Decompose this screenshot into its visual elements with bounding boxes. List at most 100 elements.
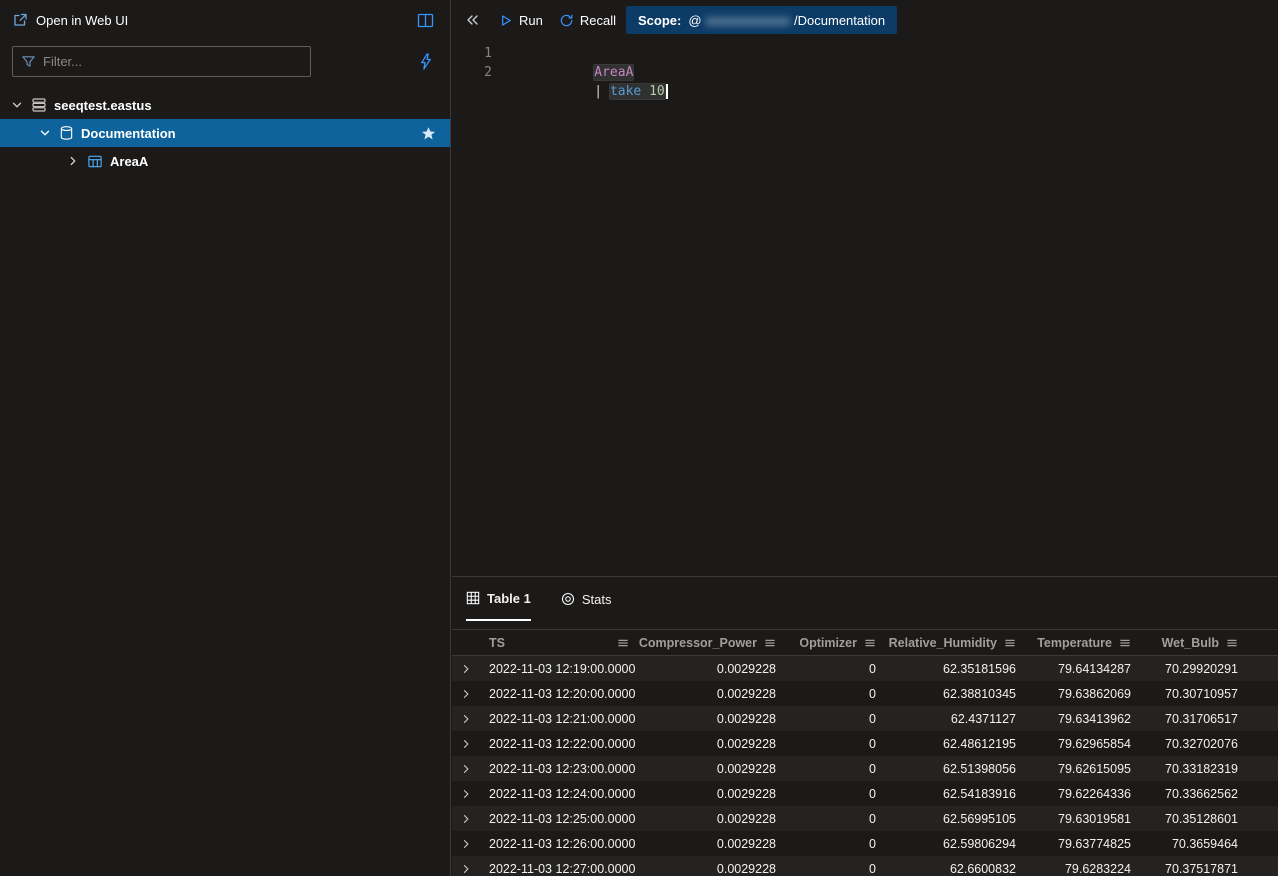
scope-selector[interactable]: Scope: @ xxxxxxxxxxxxx /Documentation <box>626 6 897 34</box>
column-menu-icon[interactable] <box>764 637 776 649</box>
auto-filter-icon[interactable] <box>417 53 434 70</box>
column-header-ts[interactable]: TS <box>479 636 639 650</box>
cell-temperature: 79.62965854 <box>1024 737 1139 751</box>
cell-optimizer: 0 <box>784 762 884 776</box>
cell-optimizer: 0 <box>784 737 884 751</box>
tree-item-table[interactable]: AreaA <box>0 147 450 175</box>
column-menu-icon[interactable] <box>864 637 876 649</box>
chevron-down-icon[interactable] <box>38 126 52 140</box>
token-number: 10 <box>649 84 665 99</box>
table-row[interactable]: 2022-11-03 12:26:00.0000 0.0029228 0 62.… <box>452 831 1278 856</box>
run-button[interactable]: Run <box>498 13 543 28</box>
sidebar-header: Open in Web UI <box>0 0 450 40</box>
grid-icon <box>466 591 480 605</box>
cell-relative-humidity: 62.56995105 <box>884 812 1024 826</box>
cell-ts: 2022-11-03 12:23:00.0000 <box>479 762 639 776</box>
open-in-web-ui-button[interactable]: Open in Web UI <box>12 12 128 28</box>
cell-wet-bulb: 70.33662562 <box>1139 787 1246 801</box>
database-label: Documentation <box>81 126 176 141</box>
cell-optimizer: 0 <box>784 662 884 676</box>
cell-ts: 2022-11-03 12:21:00.0000 <box>479 712 639 726</box>
table-row[interactable]: 2022-11-03 12:21:00.0000 0.0029228 0 62.… <box>452 706 1278 731</box>
query-editor[interactable]: 1 AreaA 2 | take 10 <box>452 40 1278 576</box>
tab-stats-label: Stats <box>582 592 612 607</box>
column-label: TS <box>489 636 505 650</box>
row-expand-chevron[interactable] <box>452 838 479 850</box>
recall-icon <box>559 13 574 28</box>
token-pipe: | <box>594 84 610 99</box>
scope-at: @ <box>688 13 701 28</box>
row-expand-chevron[interactable] <box>452 813 479 825</box>
cell-optimizer: 0 <box>784 812 884 826</box>
row-expand-chevron[interactable] <box>452 763 479 775</box>
row-expand-chevron[interactable] <box>452 663 479 675</box>
cell-ts: 2022-11-03 12:24:00.0000 <box>479 787 639 801</box>
cell-wet-bulb: 70.31706517 <box>1139 712 1246 726</box>
filter-input-box[interactable] <box>12 46 311 77</box>
cell-wet-bulb: 70.35128601 <box>1139 812 1246 826</box>
cell-relative-humidity: 62.48612195 <box>884 737 1024 751</box>
column-menu-icon[interactable] <box>617 637 629 649</box>
cell-temperature: 79.63019581 <box>1024 812 1139 826</box>
column-menu-icon[interactable] <box>1119 637 1131 649</box>
table-body: 2022-11-03 12:19:00.0000 0.0029228 0 62.… <box>452 656 1278 876</box>
open-in-web-ui-label: Open in Web UI <box>36 13 128 28</box>
filter-funnel-icon <box>21 54 36 69</box>
table-row[interactable]: 2022-11-03 12:27:00.0000 0.0029228 0 62.… <box>452 856 1278 876</box>
column-label: Temperature <box>1037 636 1112 650</box>
table-row[interactable]: 2022-11-03 12:19:00.0000 0.0029228 0 62.… <box>452 656 1278 681</box>
table-row[interactable]: 2022-11-03 12:24:00.0000 0.0029228 0 62.… <box>452 781 1278 806</box>
tab-stats[interactable]: Stats <box>561 577 612 621</box>
cell-temperature: 79.6283224 <box>1024 862 1139 876</box>
cell-ts: 2022-11-03 12:25:00.0000 <box>479 812 639 826</box>
database-icon <box>59 125 74 141</box>
row-expand-chevron[interactable] <box>452 863 479 875</box>
favorite-star-icon[interactable] <box>421 126 436 141</box>
table-header-row: TS Compressor_Power Optimizer Relative_H… <box>452 629 1278 656</box>
row-expand-chevron[interactable] <box>452 788 479 800</box>
chevron-down-icon[interactable] <box>10 98 24 112</box>
column-menu-icon[interactable] <box>1226 637 1238 649</box>
cell-relative-humidity: 62.38810345 <box>884 687 1024 701</box>
table-row[interactable]: 2022-11-03 12:25:00.0000 0.0029228 0 62.… <box>452 806 1278 831</box>
row-expand-chevron[interactable] <box>452 713 479 725</box>
column-header-compressor-power[interactable]: Compressor_Power <box>639 636 784 650</box>
recall-button[interactable]: Recall <box>559 13 616 28</box>
split-panel-icon[interactable] <box>417 13 434 28</box>
results-tabs: Table 1 Stats <box>452 577 1278 621</box>
connections-sidebar: Open in Web UI <box>0 0 451 876</box>
cell-ts: 2022-11-03 12:27:00.0000 <box>479 862 639 876</box>
column-header-optimizer[interactable]: Optimizer <box>784 636 884 650</box>
text-cursor <box>666 84 668 99</box>
filter-input[interactable] <box>43 54 302 69</box>
cell-optimizer: 0 <box>784 687 884 701</box>
cell-wet-bulb: 70.33182319 <box>1139 762 1246 776</box>
cell-wet-bulb: 70.32702076 <box>1139 737 1246 751</box>
column-header-wet-bulb[interactable]: Wet_Bulb <box>1139 636 1246 650</box>
filter-row <box>0 40 450 85</box>
cell-compressor-power: 0.0029228 <box>639 862 784 876</box>
collapse-sidebar-icon[interactable] <box>464 12 480 28</box>
cell-temperature: 79.62264336 <box>1024 787 1139 801</box>
cell-temperature: 79.62615095 <box>1024 762 1139 776</box>
cell-temperature: 79.63774825 <box>1024 837 1139 851</box>
table-row[interactable]: 2022-11-03 12:20:00.0000 0.0029228 0 62.… <box>452 681 1278 706</box>
tree-item-database[interactable]: Documentation <box>0 119 450 147</box>
main-area: Run Recall Scope: @ xxxxxxxxxxxxx /Docum… <box>452 0 1278 876</box>
column-header-temperature[interactable]: Temperature <box>1024 636 1139 650</box>
tree-item-cluster[interactable]: seeqtest.eastus <box>0 91 450 119</box>
row-expand-chevron[interactable] <box>452 688 479 700</box>
column-label: Compressor_Power <box>639 636 757 650</box>
table-row[interactable]: 2022-11-03 12:23:00.0000 0.0029228 0 62.… <box>452 756 1278 781</box>
code-line: 2 | take 10 <box>452 63 1278 82</box>
column-menu-icon[interactable] <box>1004 637 1016 649</box>
cell-temperature: 79.64134287 <box>1024 662 1139 676</box>
cell-wet-bulb: 70.3659464 <box>1139 837 1246 851</box>
row-expand-chevron[interactable] <box>452 738 479 750</box>
tab-table-1[interactable]: Table 1 <box>466 577 531 621</box>
results-panel: Table 1 Stats TS <box>452 576 1278 876</box>
table-row[interactable]: 2022-11-03 12:22:00.0000 0.0029228 0 62.… <box>452 731 1278 756</box>
token-keyword: take <box>610 84 641 99</box>
chevron-right-icon[interactable] <box>66 154 80 168</box>
column-header-relative-humidity[interactable]: Relative_Humidity <box>884 636 1024 650</box>
